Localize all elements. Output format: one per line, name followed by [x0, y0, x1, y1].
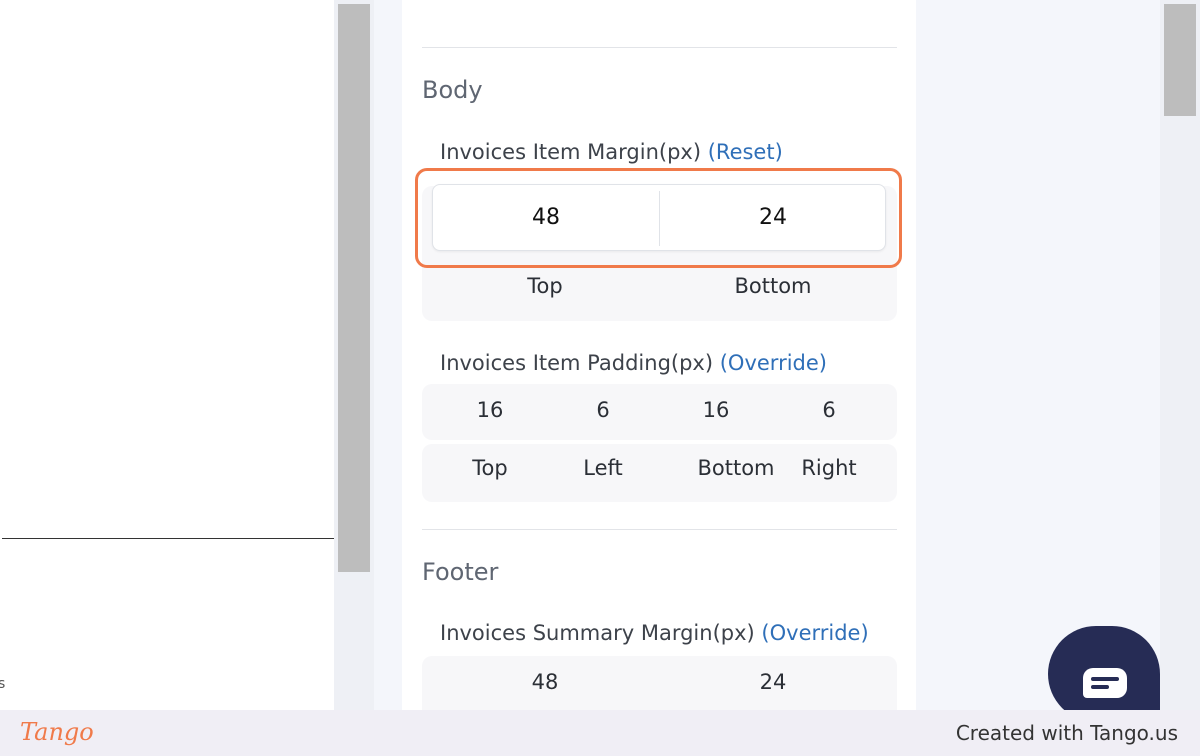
summary-margin-label-text: Invoices Summary Margin(px) [440, 621, 755, 645]
preview-cropped-text: s [0, 676, 6, 692]
summary-margin-box: 48 24 [422, 656, 897, 710]
summary-margin-bottom-value[interactable]: 24 [678, 670, 868, 694]
item-padding-label: Invoices Item Padding(px) (Override) [440, 351, 827, 375]
tutorial-highlight-box [415, 168, 902, 268]
footer-section-title: Footer [422, 558, 499, 586]
padding-value-top[interactable]: 16 [450, 398, 530, 422]
tango-logo: Tango [20, 718, 94, 746]
padding-caption-right: Right [801, 456, 857, 480]
padding-value-bottom[interactable]: 16 [676, 398, 756, 422]
override-padding-link[interactable]: (Override) [720, 351, 827, 375]
chat-launcher-button[interactable] [1048, 626, 1160, 722]
padding-caption-top: Top [472, 456, 508, 480]
padding-value-left[interactable]: 6 [563, 398, 643, 422]
margin-caption-bottom: Bottom [734, 274, 812, 298]
created-with-credit: Created with Tango.us [955, 721, 1178, 745]
preview-scrollbar-thumb[interactable] [338, 4, 370, 572]
tango-footer: Tango Created with Tango.us [0, 710, 1200, 756]
override-summary-link[interactable]: (Override) [761, 621, 868, 645]
padding-caption-bottom: Bottom [697, 456, 775, 480]
item-padding-captions-box: Top Left Bottom Right [422, 444, 897, 502]
body-section-title: Body [422, 76, 483, 104]
settings-panel: Body Invoices Item Margin(px) (Reset) To… [402, 0, 916, 710]
item-margin-label: Invoices Item Margin(px) (Reset) [440, 140, 783, 164]
margin-caption-top: Top [527, 274, 563, 298]
item-padding-label-text: Invoices Item Padding(px) [440, 351, 714, 375]
summary-margin-label: Invoices Summary Margin(px) (Override) [440, 621, 869, 645]
section-divider [422, 47, 897, 48]
chat-icon-line [1091, 685, 1109, 689]
section-divider-footer [422, 529, 897, 530]
padding-caption-left: Left [583, 456, 623, 480]
reset-link[interactable]: (Reset) [708, 140, 783, 164]
summary-margin-top-value[interactable]: 48 [450, 670, 640, 694]
item-padding-values-box: 16 6 16 6 [422, 384, 897, 440]
preview-divider-line [2, 538, 334, 539]
chat-icon-line [1091, 677, 1119, 681]
page-scrollbar-thumb[interactable] [1164, 4, 1196, 116]
invoice-preview [0, 0, 334, 710]
item-margin-label-text: Invoices Item Margin(px) [440, 140, 702, 164]
chat-icon [1083, 668, 1127, 698]
padding-value-right[interactable]: 6 [789, 398, 869, 422]
